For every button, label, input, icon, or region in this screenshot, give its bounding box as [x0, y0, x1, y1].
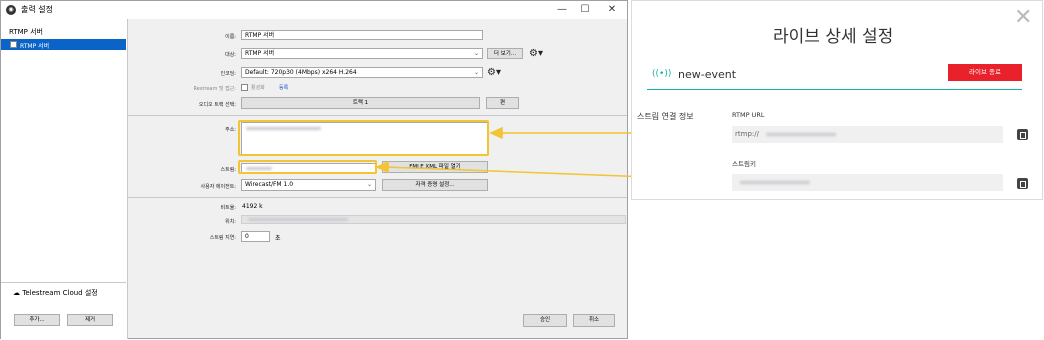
copy-icon[interactable]: [1017, 178, 1028, 189]
arrow-url-head: [489, 126, 503, 140]
teal-divider: [647, 89, 1022, 90]
live-signal-icon: ((•)): [652, 69, 672, 79]
panel-title: 라이브 상세 설정: [773, 27, 894, 47]
event-name: new-event: [678, 68, 737, 81]
rtmp-url-prefix: rtmp://: [735, 130, 759, 138]
rtmp-url-label: RTMP URL: [732, 111, 765, 119]
rtmp-url-field[interactable]: rtmp://: [732, 126, 1003, 143]
rtmp-url-redacted: [766, 133, 836, 136]
stream-key-redacted: [740, 181, 810, 184]
stream-key-label: 스트림키: [732, 160, 756, 168]
stream-info-label: 스트림 연결 정보: [637, 112, 694, 121]
panel-close-icon[interactable]: ✕: [1014, 7, 1032, 29]
copy-icon[interactable]: [1017, 129, 1028, 140]
end-live-button[interactable]: 라이브 종료: [948, 64, 1022, 81]
stream-key-field[interactable]: [732, 174, 1003, 191]
live-settings-panel: 라이브 상세 설정 ✕ ((•)) new-event 라이브 종료 RTMP …: [631, 0, 1043, 200]
arrow-key-head: [375, 160, 389, 174]
